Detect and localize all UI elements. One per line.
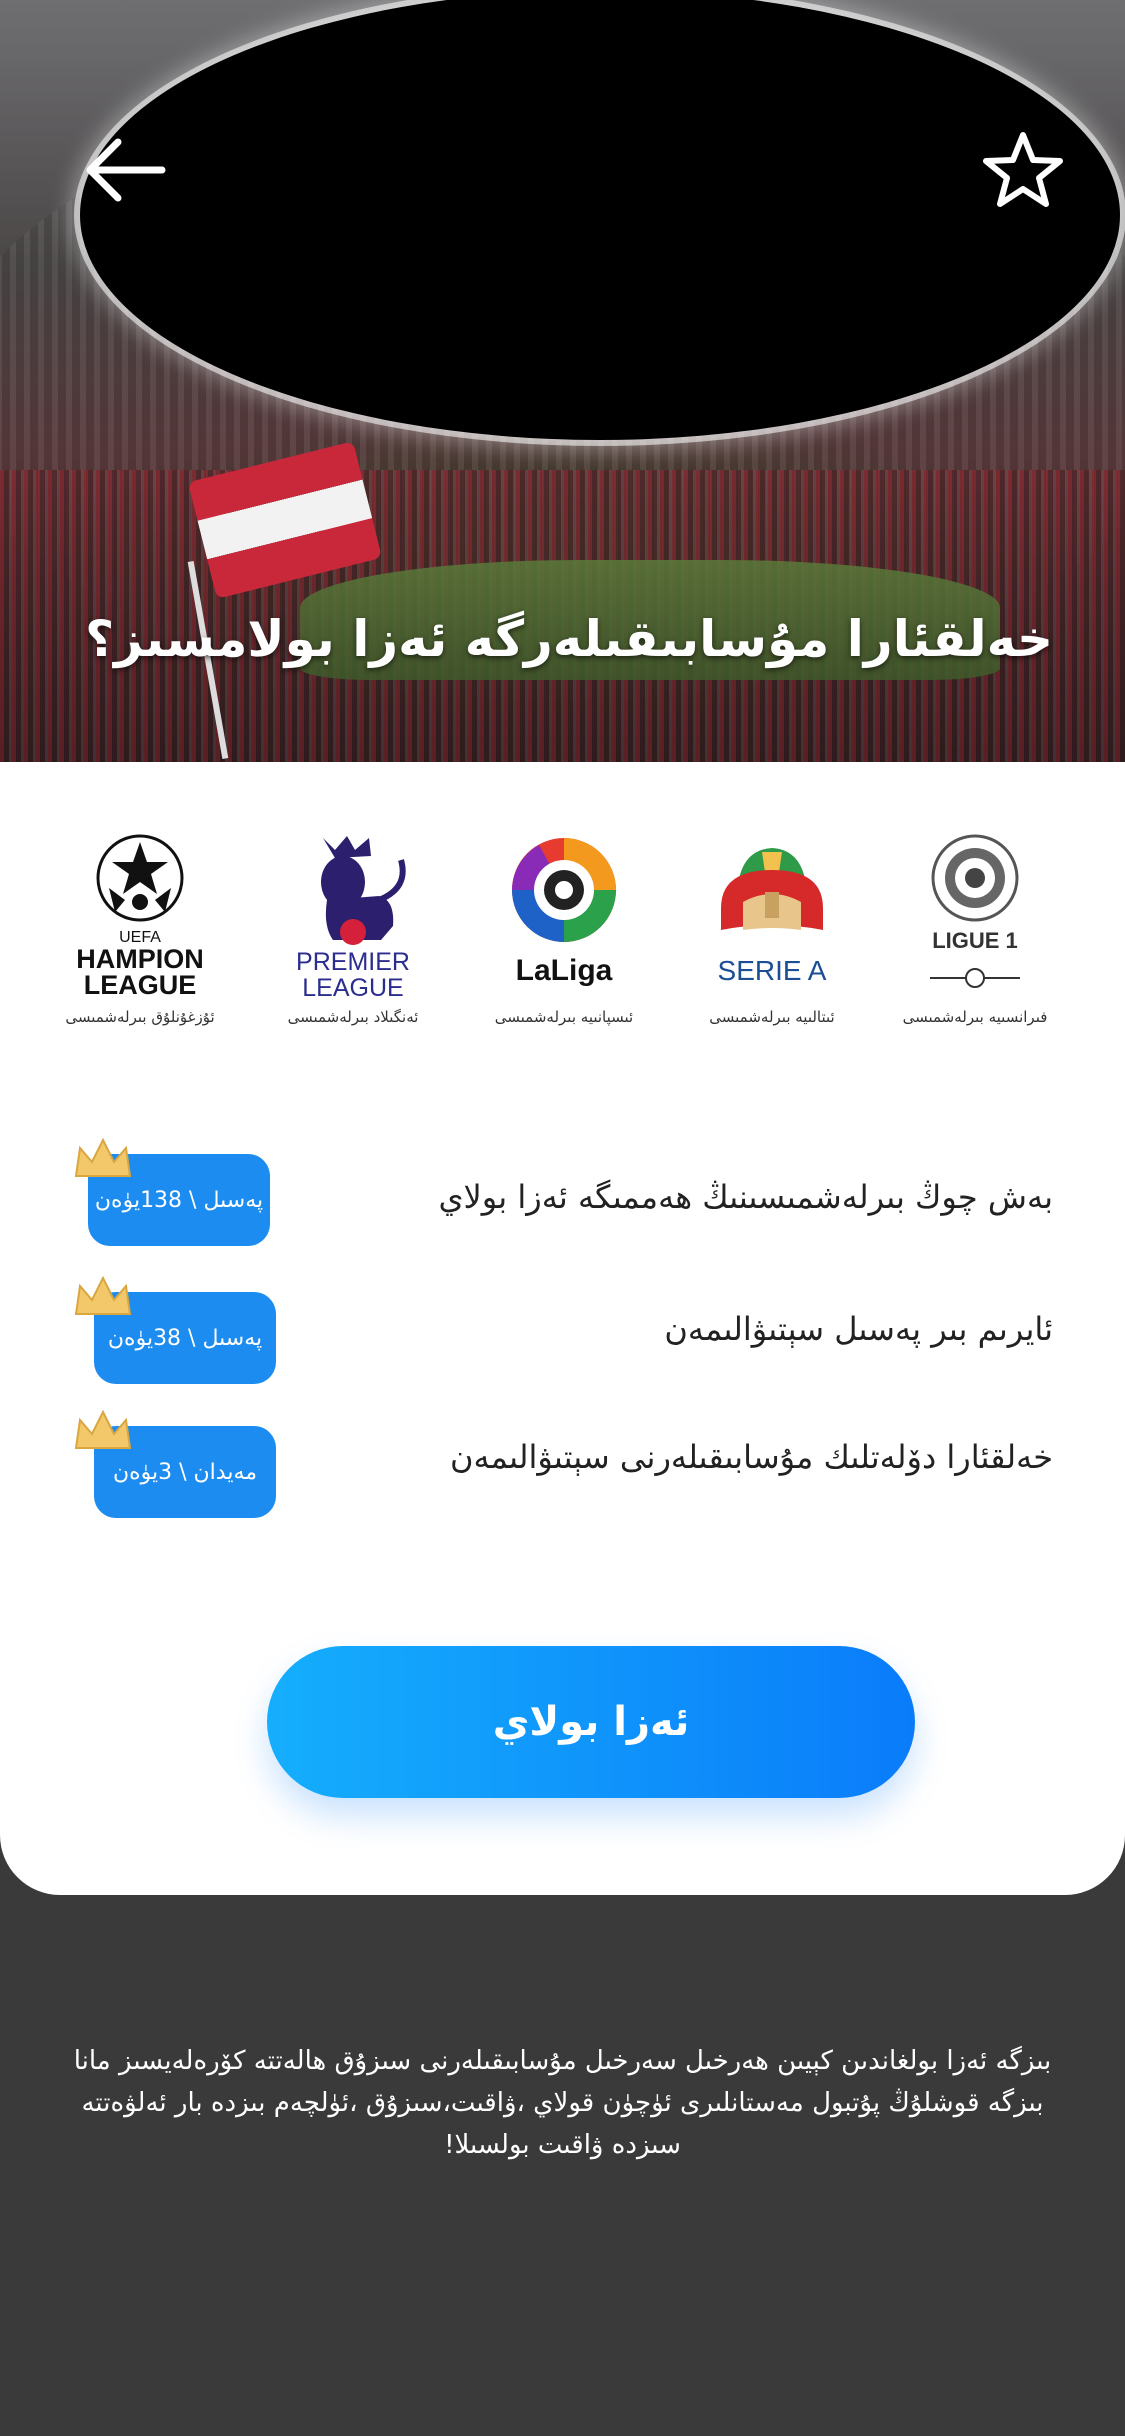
league-name: ئىسپانىيە بىرلەشمىسى [494, 1008, 634, 1026]
league-item-ligue1[interactable]: LIGUE 1 فىرانسىيە بىرلەشمىسى [875, 827, 1075, 1047]
champions-logo-text-3: LEAGUE [84, 970, 197, 1000]
premier-logo-text-2: LEAGUE [302, 974, 403, 1000]
champions-league-logo: UEFA HAMPION LEAGUE [65, 827, 215, 1002]
premier-logo-text-1: PREMIER [296, 948, 410, 976]
footer-description: بىزگە ئەزا بولغاندىن كېيىن ھەرخىل سەرخىل… [73, 2046, 1052, 2160]
league-item-champions[interactable]: UEFA HAMPION LEAGUE ئۇزغۇنلۇق بىرلەشمىسى [40, 827, 240, 1047]
crown-icon [74, 1137, 132, 1177]
league-item-laliga[interactable]: LaLiga ئىسپانىيە بىرلەشمىسى [464, 827, 664, 1047]
league-item-seriea[interactable]: SERIE A ئىتالىيە بىرلەشمىسى [672, 827, 872, 1047]
ligue1-logo: LIGUE 1 [900, 827, 1050, 1002]
ligue1-logo-text: LIGUE 1 [932, 928, 1018, 953]
league-row: LIGUE 1 فىرانسىيە بىرلەشمىسى SERIE A ئىت… [0, 827, 1125, 1047]
benefit-row-single-season[interactable]: ئايرىم بىر پەسىل سېتىۋالىمەن پەسىل \ 38ي… [0, 1275, 1125, 1384]
back-button[interactable] [80, 130, 170, 210]
league-name: ئۇزغۇنلۇق بىرلەشمىسى [65, 1008, 215, 1026]
seriea-logo: SERIE A [697, 827, 847, 1002]
benefit-text: خەلقئارا دۆلەتلىك مۇسابىقىلەرنى سېتىۋالى… [449, 1438, 1053, 1476]
benefit-row-all-leagues[interactable]: بەش چوڭ بىرلەشمىسىنىڭ ھەممىگە ئەزا بولاي… [0, 1137, 1125, 1250]
arrow-left-icon [86, 138, 166, 202]
league-name: ئىتالىيە بىرلەشمىسى [709, 1008, 835, 1026]
seriea-logo-text: SERIE A [718, 955, 827, 986]
benefit-text: بەش چوڭ بىرلەشمىسىنىڭ ھەممىگە ئەزا بولاي [438, 1178, 1053, 1216]
league-name: فىرانسىيە بىرلەشمىسى [902, 1008, 1048, 1026]
hero-banner: خەلقئارا مۇسابىقىلەرگە ئەزا بولامسىز؟ [0, 0, 1125, 762]
benefit-text: ئايرىم بىر پەسىل سېتىۋالىمەن [664, 1310, 1053, 1348]
laliga-logo-text: LaLiga [516, 954, 613, 987]
favorite-button[interactable] [975, 125, 1070, 215]
join-button[interactable]: ئەزا بولاي [267, 1646, 915, 1798]
star-outline-icon [982, 132, 1063, 207]
stadium-sky [80, 0, 1120, 440]
crown-icon [74, 1409, 132, 1449]
premier-league-logo: PREMIER LEAGUE [278, 827, 428, 1002]
hero-title: خەلقئارا مۇسابىقىلەرگە ئەزا بولامسىز؟ [85, 610, 1053, 668]
subscription-card: LIGUE 1 فىرانسىيە بىرلەشمىسى SERIE A ئىت… [0, 762, 1125, 1895]
league-name: ئەنگىلاد بىرلەشمىسى [287, 1008, 419, 1026]
laliga-logo: LaLiga [489, 827, 639, 1002]
crown-icon [74, 1275, 132, 1315]
league-item-premier[interactable]: PREMIER LEAGUE ئەنگىلاد بىرلەشمىسى [253, 827, 453, 1047]
benefit-row-international[interactable]: خەلقئارا دۆلەتلىك مۇسابىقىلەرنى سېتىۋالى… [0, 1409, 1125, 1518]
